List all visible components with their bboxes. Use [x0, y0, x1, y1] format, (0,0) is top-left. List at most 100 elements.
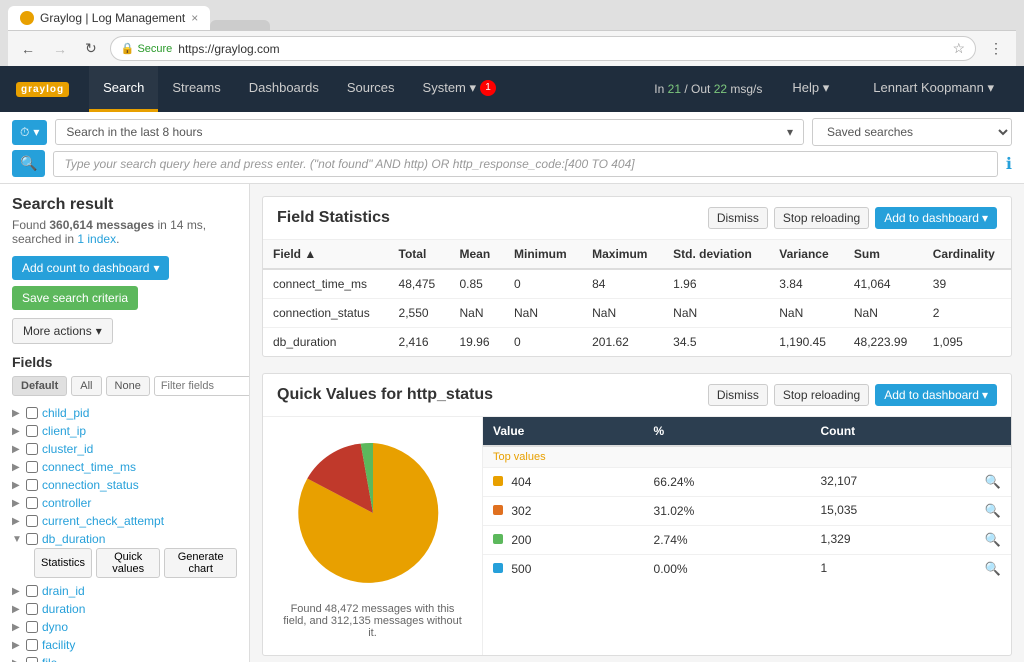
table-header-row: Field ▲ Total Mean Minimum Maximum Std. …	[263, 240, 1011, 269]
field-checkbox[interactable]	[26, 425, 38, 437]
field-link[interactable]: drain_id	[42, 584, 85, 598]
reload-button[interactable]: ↻	[80, 38, 102, 59]
forward-button[interactable]: →	[48, 39, 72, 59]
cell-percent: 31.02%	[644, 497, 811, 526]
field-item-connection-status[interactable]: ▶ connection_status	[12, 476, 237, 494]
field-checkbox[interactable]	[26, 407, 38, 419]
field-checkbox[interactable]	[26, 497, 38, 509]
field-link[interactable]: connect_time_ms	[42, 460, 136, 474]
search-top-row: ⏱ ▾ Search in the last 8 hours ▾ Saved s…	[12, 118, 1012, 146]
field-checkbox[interactable]	[26, 461, 38, 473]
field-checkbox[interactable]	[26, 639, 38, 651]
nav-dashboards[interactable]: Dashboards	[235, 66, 333, 112]
field-item-db-duration[interactable]: ▼ db_duration	[12, 530, 237, 548]
field-item-child-pid[interactable]: ▶ child_pid	[12, 404, 237, 422]
expand-arrow: ▶	[12, 444, 22, 455]
generate-chart-btn[interactable]: Generate chart	[164, 548, 237, 578]
nav-sources[interactable]: Sources	[333, 66, 409, 112]
cell-count: 15,035 🔍	[811, 497, 1012, 526]
field-item-current-check-attempt[interactable]: ▶ current_check_attempt	[12, 512, 237, 530]
more-actions-button[interactable]: More actions ▾	[12, 318, 113, 344]
saved-searches-select[interactable]: Saved searches	[812, 118, 1012, 146]
save-search-criteria-button[interactable]: Save search criteria	[12, 286, 138, 310]
field-item-controller[interactable]: ▶ controller	[12, 494, 237, 512]
field-link[interactable]: child_pid	[42, 406, 89, 420]
field-checkbox[interactable]	[26, 603, 38, 615]
nav-help[interactable]: Help ▾	[778, 80, 843, 99]
row-search-icon[interactable]: 🔍	[985, 503, 1001, 519]
add-count-button[interactable]: Add count to dashboard ▾	[12, 256, 169, 280]
sidebar-found-text: Found 360,614 messages in 14 ms, searche…	[12, 218, 237, 246]
col-mean: Mean	[449, 240, 504, 269]
field-item-drain-id[interactable]: ▶ drain_id	[12, 582, 237, 600]
field-item-cluster-id[interactable]: ▶ cluster_id	[12, 440, 237, 458]
field-checkbox[interactable]	[26, 443, 38, 455]
dismiss-button[interactable]: Dismiss	[708, 207, 768, 229]
nav-system[interactable]: System ▾ 1	[409, 66, 510, 112]
field-link[interactable]: current_check_attempt	[42, 514, 164, 528]
widget-actions: Dismiss Stop reloading Add to dashboard …	[708, 207, 997, 229]
filter-none-btn[interactable]: None	[106, 376, 150, 396]
field-item-duration[interactable]: ▶ duration	[12, 600, 237, 618]
nav-user[interactable]: Lennart Koopmann ▾	[859, 80, 1008, 99]
field-link[interactable]: cluster_id	[42, 442, 93, 456]
statistics-btn[interactable]: Statistics	[34, 548, 92, 578]
field-link[interactable]: client_ip	[42, 424, 86, 438]
inactive-tab[interactable]	[210, 20, 270, 30]
row-search-icon[interactable]: 🔍	[985, 561, 1001, 577]
field-checkbox[interactable]	[26, 657, 38, 662]
field-checkbox[interactable]	[26, 479, 38, 491]
field-item-dyno[interactable]: ▶ dyno	[12, 618, 237, 636]
filter-default-btn[interactable]: Default	[12, 376, 67, 396]
qv-dismiss-button[interactable]: Dismiss	[708, 384, 768, 406]
quick-values-btn[interactable]: Quick values	[96, 548, 160, 578]
field-link[interactable]: duration	[42, 602, 85, 616]
field-link[interactable]: dyno	[42, 620, 68, 634]
address-bar[interactable]: 🔒 Secure https://graylog.com ☆	[110, 36, 976, 61]
search-range-caret: ▾	[787, 125, 793, 139]
filter-all-btn[interactable]: All	[71, 376, 101, 396]
col-sum: Sum	[844, 240, 923, 269]
search-query-input[interactable]: Type your search query here and press en…	[53, 151, 997, 177]
search-range-input[interactable]: Search in the last 8 hours ▾	[55, 119, 804, 145]
field-link[interactable]: file	[42, 656, 57, 662]
field-item-client-ip[interactable]: ▶ client_ip	[12, 422, 237, 440]
row-search-icon[interactable]: 🔍	[985, 532, 1001, 548]
field-item-connect-time-ms[interactable]: ▶ connect_time_ms	[12, 458, 237, 476]
add-to-dashboard-button[interactable]: Add to dashboard ▾	[875, 207, 997, 229]
cell-max: 201.62	[582, 328, 663, 357]
filter-fields-input[interactable]	[154, 376, 250, 396]
search-type-button[interactable]: ⏱ ▾	[12, 120, 47, 145]
field-link[interactable]: db_duration	[42, 532, 105, 546]
field-item-facility[interactable]: ▶ facility	[12, 636, 237, 654]
browser-menu-button[interactable]: ⋮	[984, 38, 1008, 59]
value-color-dot	[493, 505, 503, 515]
search-info-icon[interactable]: ℹ	[1006, 154, 1012, 174]
field-link[interactable]: facility	[42, 638, 75, 652]
field-link[interactable]: controller	[42, 496, 91, 510]
row-search-icon[interactable]: 🔍	[985, 474, 1001, 490]
widget-title: Field Statistics	[277, 209, 708, 227]
active-tab[interactable]: Graylog | Log Management ×	[8, 6, 210, 30]
back-button[interactable]: ←	[16, 39, 40, 59]
col-maximum: Maximum	[582, 240, 663, 269]
qv-add-to-dashboard-button[interactable]: Add to dashboard ▾	[875, 384, 997, 406]
tab-close-btn[interactable]: ×	[191, 11, 198, 25]
cell-variance: 1,190.45	[769, 328, 844, 357]
field-item-file[interactable]: ▶ file	[12, 654, 237, 662]
search-execute-button[interactable]: 🔍	[12, 150, 45, 177]
index-link[interactable]: 1 index	[77, 232, 116, 246]
field-checkbox[interactable]	[26, 585, 38, 597]
field-checkbox[interactable]	[26, 621, 38, 633]
field-checkbox[interactable]	[26, 515, 38, 527]
field-link[interactable]: connection_status	[42, 478, 139, 492]
stop-reloading-button[interactable]: Stop reloading	[774, 207, 869, 229]
bookmark-icon[interactable]: ☆	[952, 40, 965, 57]
nav-search[interactable]: Search	[89, 66, 158, 112]
value-color-dot	[493, 563, 503, 573]
field-checkbox[interactable]	[26, 533, 38, 545]
qv-stop-reloading-button[interactable]: Stop reloading	[774, 384, 869, 406]
nav-streams[interactable]: Streams	[158, 66, 234, 112]
saved-searches-dropdown[interactable]: Saved searches	[812, 118, 1012, 146]
nav-links: Search Streams Dashboards Sources System…	[89, 66, 510, 112]
